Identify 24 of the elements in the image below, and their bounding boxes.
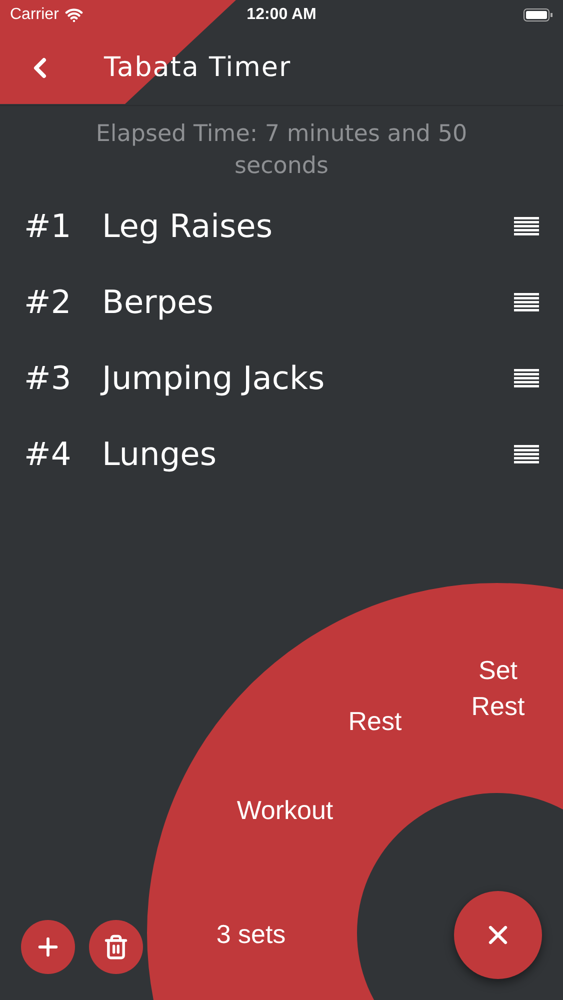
exercise-name: Berpes (102, 283, 214, 321)
exercise-number: #2 (24, 283, 72, 321)
wifi-icon (64, 6, 83, 24)
elapsed-time: Elapsed Time: 7 minutes and 50 seconds (94, 120, 468, 181)
clock: 12:00 AM (246, 6, 316, 24)
exercise-number: #1 (24, 207, 72, 245)
menu-option[interactable]: Workout (215, 792, 355, 828)
carrier-label: Carrier (10, 6, 59, 24)
menu-option[interactable]: 3 sets (216, 916, 286, 952)
add-button[interactable] (21, 920, 75, 974)
trash-icon (103, 934, 129, 960)
drag-handle-icon[interactable] (514, 216, 539, 236)
menu-option[interactable]: Set Rest (453, 652, 543, 724)
drag-handle-icon[interactable] (514, 368, 539, 388)
exercise-name: Jumping Jacks (102, 359, 326, 397)
exercise-number: #3 (24, 359, 72, 397)
drag-handle-icon[interactable] (514, 444, 539, 464)
exercise-name: Lunges (102, 435, 218, 473)
exercise-number: #4 (24, 435, 72, 473)
drag-handle-icon[interactable] (514, 292, 539, 312)
menu-option[interactable]: Rest (330, 703, 420, 739)
battery-icon (523, 8, 553, 22)
exercise-name: Leg Raises (102, 207, 274, 245)
delete-button[interactable] (89, 920, 143, 974)
